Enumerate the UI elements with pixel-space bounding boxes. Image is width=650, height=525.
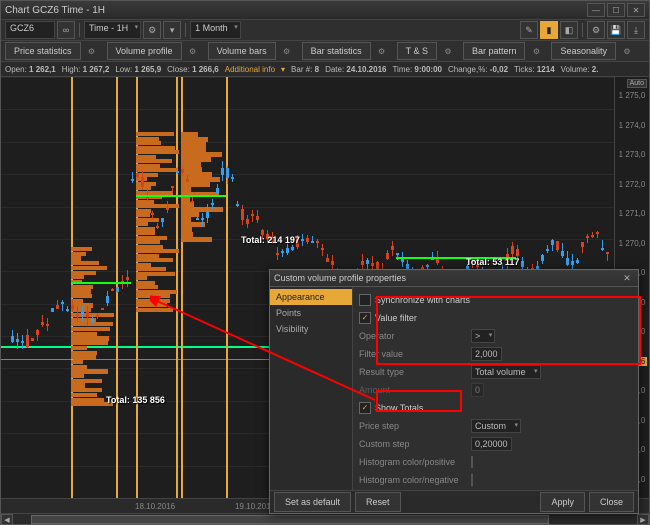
gear-icon[interactable]: ⚙ — [280, 44, 294, 58]
dialog-sidebar: Appearance Points Visibility — [270, 287, 353, 490]
pencil-icon[interactable]: ✎ — [520, 21, 538, 39]
window-title: Chart GCZ6 Time - 1H — [5, 5, 585, 16]
value-filter-checkbox[interactable]: ✓Value filter — [359, 312, 417, 324]
total-label: Total: 53 117 — [466, 257, 519, 267]
tab-volume-bars[interactable]: Volume bars — [208, 42, 276, 60]
bar-info: Open: 1 262,1 High: 1 267,2 Low: 1 265,9… — [1, 62, 649, 77]
price-step-dropdown[interactable]: Custom — [471, 419, 521, 433]
gear-icon[interactable]: ⚙ — [441, 44, 455, 58]
link-button[interactable]: ∞ — [57, 21, 75, 39]
close-button[interactable]: Close — [589, 492, 634, 512]
set-default-button[interactable]: Set as default — [274, 492, 351, 512]
indicator-tabs: Price statistics ⚙ Volume profile ⚙ Volu… — [1, 41, 649, 62]
dialog-footer: Set as default Reset Apply Close — [270, 490, 638, 513]
minimize-button[interactable]: — — [587, 3, 605, 17]
scroll-thumb[interactable] — [31, 515, 549, 524]
gear-icon[interactable]: ⚙ — [587, 21, 605, 39]
total-label: Total: 135 856 — [106, 395, 165, 405]
operator-dropdown[interactable]: > — [471, 329, 495, 343]
close-button[interactable]: ✕ — [627, 3, 645, 17]
auto-button[interactable]: Auto — [627, 79, 647, 88]
sidebar-item-visibility[interactable]: Visibility — [270, 321, 352, 337]
save-icon[interactable]: 💾 — [607, 21, 625, 39]
toolbar-main: GCZ6 ∞ Time - 1H ⚙ ▾ 1 Month ✎ ▮ ◧ ⚙ 💾 ⤓ — [1, 20, 649, 41]
scroll-left[interactable]: ◀ — [1, 514, 13, 525]
amount-input: 0 — [471, 383, 484, 397]
tab-seasonality[interactable]: Seasonality — [551, 42, 616, 60]
maximize-button[interactable]: ☐ — [607, 3, 625, 17]
histogram-negative-color[interactable] — [471, 474, 473, 486]
reset-button[interactable]: Reset — [355, 492, 401, 512]
export-icon[interactable]: ⤓ — [627, 21, 645, 39]
total-label: Total: 214 197 — [241, 235, 300, 245]
gear-icon[interactable]: ⚙ — [143, 21, 161, 39]
result-type-dropdown[interactable]: Total volume — [471, 365, 541, 379]
apply-button[interactable]: Apply — [540, 492, 585, 512]
titlebar: Chart GCZ6 Time - 1H — ☐ ✕ — [1, 1, 649, 20]
gear-icon[interactable]: ⚙ — [529, 44, 543, 58]
histogram-positive-color[interactable] — [471, 456, 473, 468]
tab-ts[interactable]: T & S — [397, 42, 437, 60]
range-dropdown[interactable]: 1 Month — [190, 21, 241, 39]
gear-icon[interactable]: ⚙ — [85, 44, 99, 58]
sync-checkbox[interactable]: Synchronize with charts — [359, 294, 470, 306]
dialog-title: Custom volume profile properties — [274, 273, 406, 283]
gear-icon[interactable]: ⚙ — [620, 44, 634, 58]
gear-icon[interactable]: ⚙ — [375, 44, 389, 58]
bar-tool-button[interactable]: ▮ — [540, 21, 558, 39]
sidebar-item-appearance[interactable]: Appearance — [270, 289, 352, 305]
tab-bar-pattern[interactable]: Bar pattern — [463, 42, 526, 60]
custom-step-input[interactable]: 0,20000 — [471, 437, 512, 451]
timeframe-dropdown[interactable]: Time - 1H — [84, 21, 141, 39]
tab-bar-stats[interactable]: Bar statistics — [302, 42, 371, 60]
horizontal-scrollbar[interactable]: ◀ ▶ — [1, 513, 649, 524]
show-totals-checkbox[interactable]: ✓Show Totals — [359, 402, 423, 414]
tool-button[interactable]: ◧ — [560, 21, 578, 39]
dialog-titlebar[interactable]: Custom volume profile properties ✕ — [270, 270, 638, 287]
properties-dialog: Custom volume profile properties ✕ Appea… — [269, 269, 639, 514]
dialog-content: Synchronize with charts ✓Value filter Op… — [353, 287, 638, 490]
close-icon[interactable]: ✕ — [620, 273, 634, 284]
tab-price-stats[interactable]: Price statistics — [5, 42, 81, 60]
down-icon[interactable]: ▾ — [163, 21, 181, 39]
symbol-input[interactable]: GCZ6 — [5, 21, 55, 39]
filter-value-input[interactable]: 2,000 — [471, 347, 502, 361]
gear-icon[interactable]: ⚙ — [186, 44, 200, 58]
scroll-right[interactable]: ▶ — [637, 514, 649, 525]
sidebar-item-points[interactable]: Points — [270, 305, 352, 321]
tab-volume-profile[interactable]: Volume profile — [107, 42, 182, 60]
